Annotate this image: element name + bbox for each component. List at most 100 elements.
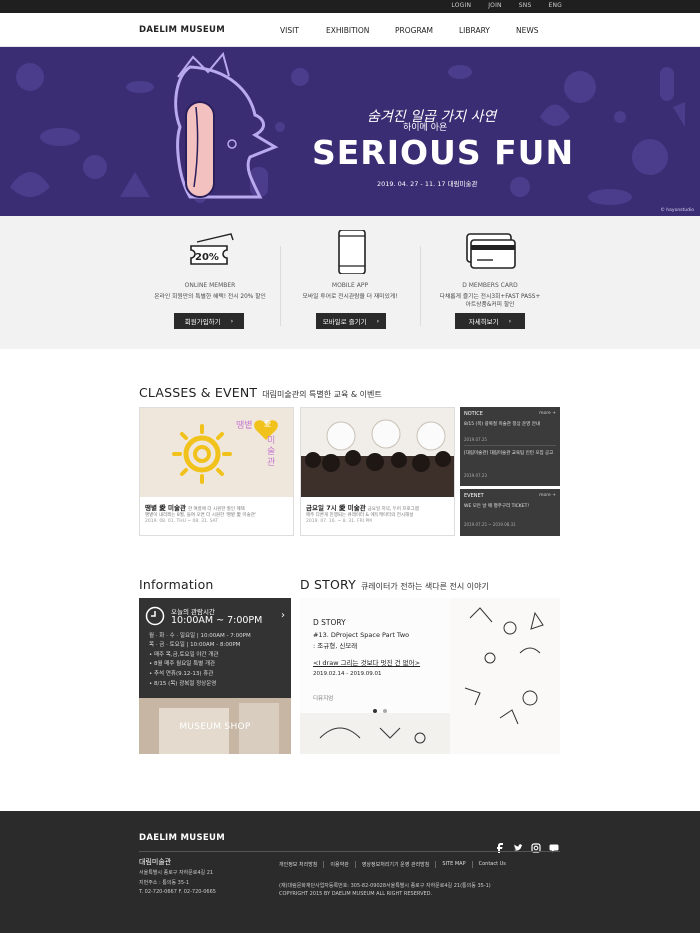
notice-panel: NOTICE more + 8/15 (목) 광복절 미술관 정상 운영 안내 …: [460, 407, 560, 536]
service-title: D MEMBERS CARD: [462, 282, 518, 289]
footer-address: 서울특별시 종로구 자하문로4길 21: [139, 870, 214, 876]
footer-business-info: (재)대림문화재단사업자등록번호: 305-82-09028서울특별시 종로구 …: [279, 883, 491, 889]
chevron-right-icon[interactable]: ›: [281, 610, 285, 621]
hero-illustration: [10, 51, 685, 205]
dstory-heading-kr: 큐레이터가 전하는 색다른 전시 이야기: [360, 582, 489, 591]
service-mobile-app: MOBILE APP 모바일 투어로 전시관람을 더 재미있게! 모바일로 즐기…: [280, 216, 420, 349]
class-card-desc: 땡볕이 내리쬐는 8월, 들여 오면 더 시원한 '땡볕 愛 미술관': [145, 513, 257, 518]
hours-detail: • 8월 매주 월요일 특별 개관: [149, 661, 216, 667]
hero-date: 2019. 04. 27 - 11. 17 대림미술관: [377, 180, 478, 188]
dstory-link[interactable]: 디뮤지엄: [313, 694, 333, 702]
sns-links: [495, 838, 559, 853]
instagram-icon[interactable]: [531, 838, 541, 853]
class-card-title: 금요일 7시 愛 미술관 금요일 저녁, 두어 프로그램: [306, 502, 452, 512]
footer-divider: [139, 851, 560, 852]
nav-library[interactable]: LIBRARY: [459, 26, 490, 35]
hours-detail: • 매주 목,금,토요일 야간 개관: [149, 652, 219, 658]
information-panel[interactable]: 오늘의 관람시간 10:00AM ~ 7:00PM › 월 · 화 · 수 · …: [139, 598, 291, 698]
class-card-desc: 매주 다른게 진행되는 큐레이터 & 에듀케이터의 전시해설: [306, 513, 414, 518]
gallery-photo: [301, 408, 454, 497]
dstory-banner[interactable]: D STORY #13. DProject Space Part Two : 조…: [300, 598, 560, 754]
coupon-icon: 20%: [190, 233, 234, 265]
privacy-link[interactable]: 개인정보 처리방침: [279, 861, 323, 868]
main-nav: DAELIM MUSEUM VISIT EXHIBITION PROGRAM L…: [0, 13, 700, 47]
service-members-card: D MEMBERS CARD 다채롭게 즐기는 전시3회+FAST PASS+ …: [420, 216, 560, 349]
utility-links: LOGIN JOIN SNS ENG: [434, 2, 562, 9]
hero-title: SERIOUS FUN: [312, 133, 575, 172]
notice-separator: [464, 445, 556, 446]
notice-item[interactable]: 8/15 (목) 광복절 미술관 정상 운영 안내: [464, 422, 556, 428]
chevron-right-icon: ›: [230, 317, 234, 325]
terms-link[interactable]: 이용약관: [323, 861, 354, 868]
hours-detail: • 8/15 (목) 광복절 정상운영: [149, 681, 217, 687]
twitter-icon[interactable]: [513, 838, 523, 851]
coupon-text: 20%: [195, 252, 219, 263]
service-desc-line: 모바일 투어로 전시관람을 더 재미있게!: [302, 294, 398, 300]
mobile-button-label: 모바일로 즐기기: [322, 318, 367, 326]
hero-banner[interactable]: 숨겨진 일곱 가지 사연 하이메 아욘 SERIOUS FUN 2019. 04…: [0, 47, 700, 216]
class-card-image: [301, 408, 454, 497]
sns-link[interactable]: SNS: [519, 2, 532, 9]
footer: DAELIM MUSEUM 대림미술관 서울특별시 종로구 자하문로4길 21 …: [0, 811, 700, 933]
chevron-right-icon: ›: [508, 317, 512, 325]
chat-icon[interactable]: [549, 838, 559, 853]
dstory-artists: : 조규형, 신모래: [313, 642, 358, 650]
event-more-link[interactable]: more +: [539, 493, 556, 498]
details-button-label: 자세히보기: [468, 318, 499, 326]
clock-icon: [145, 606, 165, 626]
service-online-member: 20% ONLINE MEMBER 온라인 회원만의 특별한 혜택! 전시 20…: [140, 216, 280, 349]
signup-button[interactable]: 회원가입하기 ›: [174, 313, 244, 329]
eng-link[interactable]: ENG: [548, 2, 562, 9]
class-card-name: 금요일 7시 愛 미술관: [306, 504, 366, 512]
class-card-date: 2019. 07. 16. ~ 8. 31. FRI PM: [306, 519, 373, 524]
contact-link[interactable]: Contact Us: [471, 861, 512, 868]
panel-divider: [460, 486, 560, 489]
utility-bar: LOGIN JOIN SNS ENG: [0, 0, 700, 13]
class-card-image: 땡볕 愛 미술관: [140, 408, 293, 497]
notice-item-date: 2019.07.25: [464, 437, 487, 442]
join-link[interactable]: JOIN: [488, 2, 502, 9]
nav-visit[interactable]: VISIT: [280, 26, 299, 35]
notice-item-date: 2019.07.23: [464, 473, 487, 478]
service-desc-line: 온라인 회원만의 특별한 혜택! 전시 20% 할인: [154, 294, 266, 300]
badge-heart-text: 愛: [264, 420, 271, 428]
badge-vertical-text: 미술관: [267, 436, 276, 468]
details-button[interactable]: 자세히보기 ›: [455, 313, 525, 329]
event-item[interactable]: WE 모든 날 매 평주구리 TICKET!: [464, 504, 556, 510]
credit-card-icon: [466, 233, 516, 269]
facebook-icon[interactable]: [495, 838, 505, 853]
nav-news[interactable]: NEWS: [516, 26, 539, 35]
footer-contact: T. 02-720-0667 F. 02-720-0665: [139, 889, 216, 895]
notice-item[interactable]: [대림미술관] 대림미술관 교육팀 인턴 모집 공고: [464, 451, 556, 457]
services-band: 20% ONLINE MEMBER 온라인 회원만의 특별한 혜택! 전시 20…: [0, 216, 700, 349]
museum-shop-label: MUSEUM SHOP: [179, 722, 251, 732]
service-desc-line: 아트상품&커피 할인: [465, 302, 515, 308]
smartphone-icon: [338, 230, 366, 274]
museum-shop-banner[interactable]: MUSEUM SHOP: [139, 698, 291, 754]
service-title: ONLINE MEMBER: [184, 282, 236, 289]
class-card[interactable]: 금요일 7시 愛 미술관 금요일 저녁, 두어 프로그램 매주 다른게 진행되는 …: [300, 407, 455, 536]
class-card[interactable]: 땡볕 愛 미술관 땡볕 愛 미술관 한 여름에 더 시원한 할인 혜택 땡볕이 내…: [139, 407, 294, 536]
information-heading: Information: [139, 577, 214, 592]
dstory-heading: D STORY 큐레이터가 전하는 색다른 전시 이야기: [300, 577, 489, 592]
footer-logo: DAELIM MUSEUM: [139, 833, 225, 843]
hours-detail: • 추석 연휴(9.12-13) 휴관: [149, 671, 214, 677]
logo[interactable]: DAELIM MUSEUM: [139, 25, 225, 35]
login-link[interactable]: LOGIN: [451, 2, 471, 9]
classes-heading-kr: 대림미술관의 특별한 교육 & 이벤트: [262, 390, 382, 399]
notice-more-link[interactable]: more +: [539, 411, 556, 416]
cctv-policy-link[interactable]: 영상정보처리기기 운영 관리방침: [354, 861, 436, 868]
dstory-exhibition-title[interactable]: <I draw 그리는 것보다 멋진 건 없어>: [313, 657, 420, 667]
mobile-button[interactable]: 모바일로 즐기기 ›: [316, 313, 386, 329]
nav-program[interactable]: PROGRAM: [395, 26, 433, 35]
nav-exhibition[interactable]: EXHIBITION: [326, 26, 369, 35]
dstory-label: D STORY: [313, 618, 346, 627]
event-item-date: 2019.07.25 ~ 2019.08.31: [464, 522, 516, 527]
notice-title: NOTICE: [464, 411, 483, 417]
sitemap-link[interactable]: SITE MAP: [435, 861, 471, 868]
service-desc: 모바일 투어로 전시관람을 더 재미있게!: [280, 293, 420, 301]
hero-subtitle: 숨겨진 일곱 가지 사연: [367, 109, 497, 125]
dstory-heading-en: D STORY: [300, 577, 356, 592]
hero-subtitle-artist: 하이메 아욘: [403, 123, 448, 133]
hours-value: 10:00AM ~ 7:00PM: [171, 615, 263, 626]
